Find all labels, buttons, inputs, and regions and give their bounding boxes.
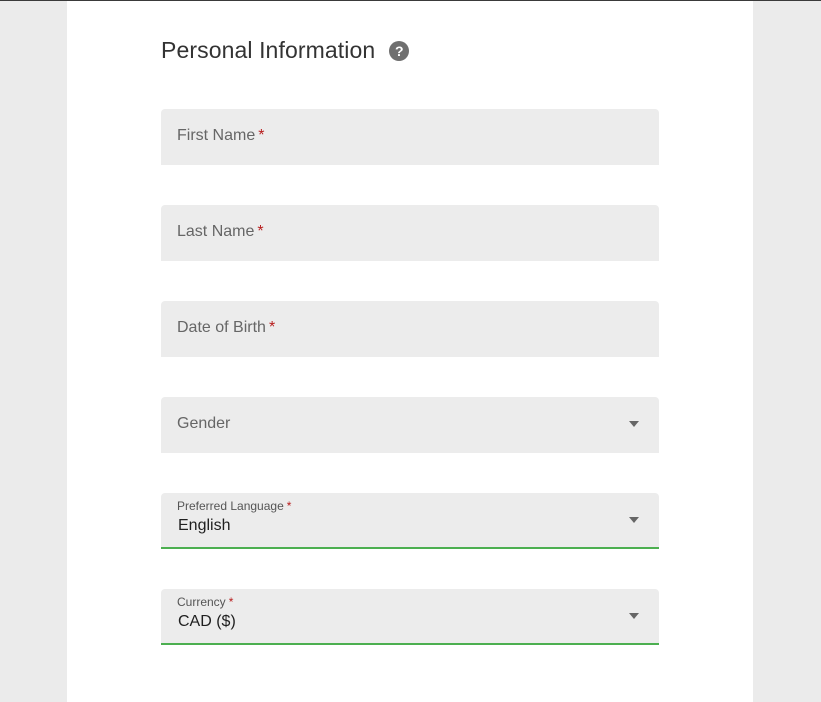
required-marker: * xyxy=(228,595,234,609)
date-of-birth-label: Date of Birth * xyxy=(177,319,276,336)
gender-select[interactable]: Gender xyxy=(161,397,659,453)
dropdown-caret-icon xyxy=(629,517,639,523)
required-marker: * xyxy=(257,223,264,240)
section-header: Personal Information ? xyxy=(161,34,410,66)
help-icon[interactable]: ? xyxy=(389,41,410,61)
first-name-field[interactable]: First Name * xyxy=(161,109,659,165)
last-name-field[interactable]: Last Name * xyxy=(161,205,659,261)
currency-value: CAD ($) xyxy=(178,613,236,630)
personal-information-card: Personal Information ? First Name * Last … xyxy=(67,1,753,702)
preferred-language-value: English xyxy=(178,517,231,534)
date-of-birth-field[interactable]: Date of Birth * xyxy=(161,301,659,357)
currency-label: Currency * xyxy=(177,595,234,609)
dropdown-caret-icon xyxy=(629,613,639,619)
preferred-language-label: Preferred Language * xyxy=(177,499,292,513)
preferred-language-select[interactable]: Preferred Language * English xyxy=(161,493,659,549)
last-name-label: Last Name * xyxy=(177,223,264,240)
first-name-label: First Name * xyxy=(177,127,265,144)
required-marker: * xyxy=(268,319,276,336)
section-title: Personal Information xyxy=(161,36,376,63)
dropdown-caret-icon xyxy=(629,421,639,427)
currency-select[interactable]: Currency * CAD ($) xyxy=(161,589,659,645)
required-marker: * xyxy=(286,499,292,513)
gender-label: Gender xyxy=(177,415,231,432)
required-marker: * xyxy=(258,127,265,144)
